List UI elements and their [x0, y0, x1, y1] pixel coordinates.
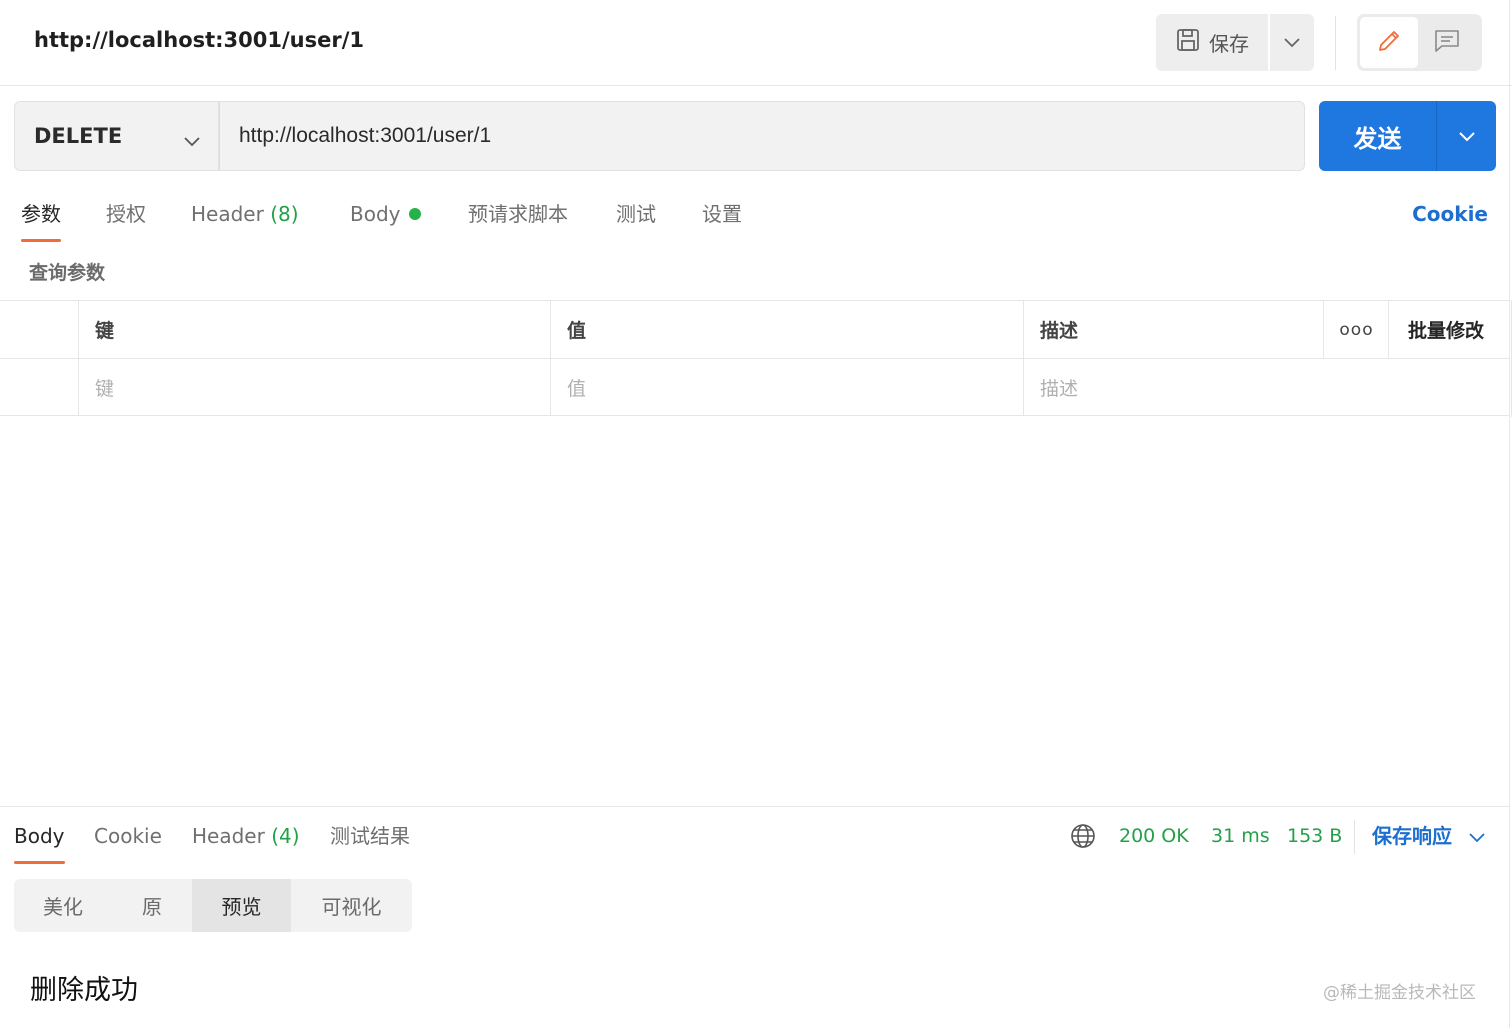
- params-table: 键 值 描述 ooo 批量修改 键 值 描述: [0, 300, 1510, 416]
- save-response-button[interactable]: 保存响应: [1372, 818, 1485, 854]
- response-tabs: Body Cookie Header (4) 测试结果: [0, 818, 1512, 866]
- send-button-group: 发送: [1319, 101, 1496, 171]
- comment-mode-button[interactable]: [1418, 17, 1476, 68]
- save-options-dropdown[interactable]: [1270, 14, 1314, 71]
- value-input[interactable]: 值: [550, 359, 1024, 416]
- column-header-description: 描述: [1023, 301, 1324, 358]
- column-header-key: 键: [78, 301, 551, 358]
- chevron-down-icon: [184, 128, 200, 152]
- edit-mode-button[interactable]: [1360, 17, 1418, 68]
- comment-icon: [1433, 27, 1461, 59]
- globe-icon[interactable]: [1069, 822, 1097, 852]
- tab-label: 参数: [21, 202, 61, 226]
- response-tab-body[interactable]: Body: [14, 818, 65, 864]
- url-input[interactable]: [219, 101, 1305, 171]
- request-title[interactable]: http://localhost:3001/user/1: [34, 28, 364, 52]
- method-value: DELETE: [34, 124, 123, 148]
- header-count-badge: (8): [270, 202, 299, 226]
- tab-label: Header: [191, 202, 264, 226]
- bulk-edit-button[interactable]: 批量修改: [1388, 301, 1510, 358]
- chevron-down-icon: [1469, 824, 1485, 848]
- meta-divider: [1354, 820, 1355, 854]
- response-tab-cookies[interactable]: Cookie: [94, 818, 162, 864]
- response-tab-headers[interactable]: Header (4): [192, 818, 300, 864]
- more-options-icon[interactable]: ooo: [1323, 301, 1389, 358]
- response-divider[interactable]: [0, 806, 1510, 807]
- tab-settings[interactable]: 设置: [702, 196, 742, 242]
- view-mode-visualize[interactable]: 可视化: [291, 879, 412, 932]
- pencil-icon: [1375, 27, 1403, 59]
- watermark: @稀土掘金技术社区: [1323, 983, 1476, 1003]
- tab-label: 授权: [106, 202, 146, 226]
- request-tabs: 参数 授权 Header (8) Body 预请求脚本 测试 设置 Cookie: [0, 196, 1512, 244]
- send-options-dropdown[interactable]: [1437, 101, 1496, 171]
- tab-label: 测试: [616, 202, 656, 226]
- save-button-group: 保存: [1156, 14, 1314, 71]
- tab-label: 预请求脚本: [468, 202, 568, 226]
- view-mode-toggle: [1357, 14, 1482, 71]
- tab-tests[interactable]: 测试: [616, 196, 656, 242]
- tab-params[interactable]: 参数: [21, 196, 61, 242]
- table-row: 键 值 描述: [0, 358, 1510, 416]
- tab-label: 设置: [702, 202, 742, 226]
- key-input[interactable]: 键: [78, 359, 551, 416]
- tab-label: Cookie: [94, 824, 162, 848]
- tab-pre-request-script[interactable]: 预请求脚本: [468, 196, 568, 242]
- tab-label: Body: [350, 202, 401, 226]
- table-header-row: 键 值 描述 ooo 批量修改: [0, 300, 1510, 358]
- save-icon: [1175, 27, 1201, 58]
- header-count-badge: (4): [271, 824, 300, 848]
- save-button-label: 保存: [1209, 32, 1249, 56]
- request-header-bar: http://localhost:3001/user/1 保存: [0, 0, 1512, 86]
- save-response-label: 保存响应: [1372, 824, 1452, 848]
- description-input[interactable]: 描述: [1023, 359, 1510, 416]
- tab-label: Body: [14, 824, 65, 848]
- body-view-mode-selector: 美化 原 预览 可视化: [14, 879, 412, 932]
- response-size[interactable]: 153 B: [1287, 818, 1342, 854]
- tab-label: 测试结果: [330, 824, 410, 848]
- body-indicator-dot: [408, 208, 421, 220]
- cookies-link[interactable]: Cookie: [1412, 196, 1488, 232]
- method-select[interactable]: DELETE: [14, 101, 219, 171]
- tab-headers[interactable]: Header (8): [191, 196, 299, 242]
- response-time[interactable]: 31 ms: [1211, 818, 1270, 854]
- response-tab-test-results[interactable]: 测试结果: [330, 818, 410, 864]
- tab-authorization[interactable]: 授权: [106, 196, 146, 242]
- column-header-value: 值: [550, 301, 1024, 358]
- view-mode-pretty[interactable]: 美化: [14, 879, 112, 932]
- chevron-down-icon: [1284, 33, 1300, 52]
- send-button[interactable]: 发送: [1319, 101, 1437, 171]
- response-preview-content: 删除成功: [30, 975, 138, 1006]
- tab-body[interactable]: Body: [350, 196, 421, 242]
- panel-right-edge: [1509, 0, 1510, 1028]
- toolbar-divider: [1335, 16, 1336, 70]
- query-params-label: 查询参数: [29, 262, 106, 284]
- tab-label: Header: [192, 824, 265, 848]
- status-code[interactable]: 200 OK: [1119, 818, 1189, 854]
- save-button[interactable]: 保存: [1156, 14, 1268, 71]
- chevron-down-icon: [1458, 127, 1475, 146]
- view-mode-preview[interactable]: 预览: [192, 879, 291, 932]
- view-mode-raw[interactable]: 原: [112, 879, 192, 932]
